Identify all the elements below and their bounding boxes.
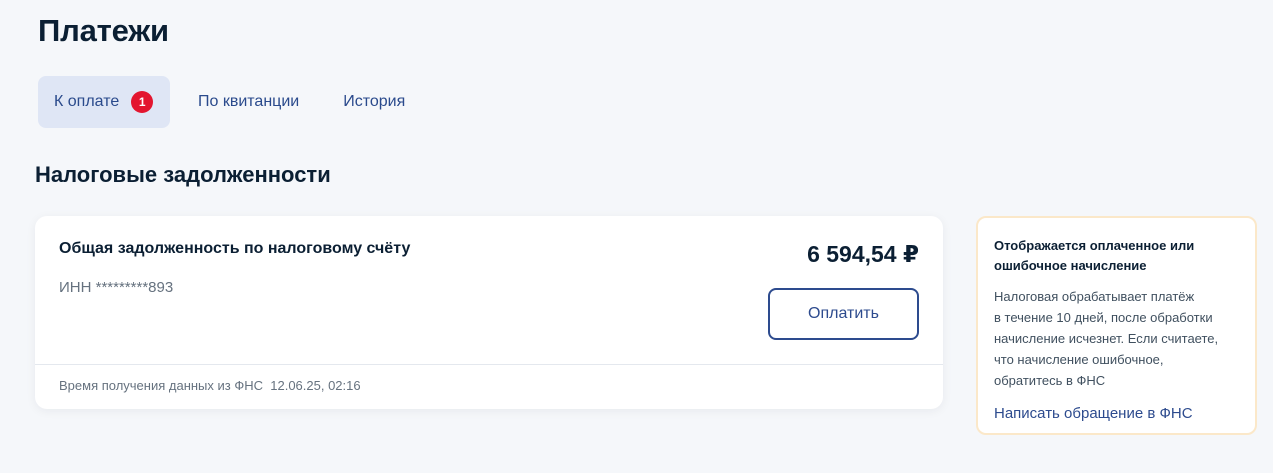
section-title-tax-debts: Налоговые задолженности bbox=[35, 162, 331, 187]
tab-to-pay[interactable]: К оплате 1 bbox=[38, 76, 170, 128]
tab-history-label: История bbox=[343, 93, 406, 110]
fns-data-timestamp: Время получения данных из ФНС 12.06.25, … bbox=[59, 378, 361, 393]
payment-tabs: К оплате 1 По квитанции История bbox=[38, 76, 421, 128]
info-text: Налоговая обрабатывает платёж в течение … bbox=[994, 286, 1244, 391]
info-title: Отображается оплаченное или ошибочное на… bbox=[994, 236, 1224, 276]
tax-debt-card: Общая задолженность по налоговому счёту … bbox=[35, 216, 943, 409]
info-text-line-2: в течение 10 дней, после обработки bbox=[994, 310, 1213, 325]
tab-by-receipt[interactable]: По квитанции bbox=[182, 76, 315, 128]
info-text-line-5: обратитесь в ФНС bbox=[994, 373, 1106, 388]
inn-masked: ИНН *********893 bbox=[59, 279, 174, 296]
pay-button[interactable]: Оплатить bbox=[768, 288, 919, 340]
info-title-line-2: ошибочное начисление bbox=[994, 258, 1147, 273]
card-divider bbox=[35, 364, 943, 365]
info-text-line-4: что начисление ошибочное, bbox=[994, 352, 1164, 367]
info-notice-box: Отображается оплаченное или ошибочное на… bbox=[976, 216, 1257, 435]
fns-time-value: 12.06.25, 02:16 bbox=[270, 378, 361, 393]
debt-amount: 6 594,54 ₽ bbox=[807, 241, 919, 267]
tab-to-pay-label: К оплате bbox=[54, 93, 120, 110]
fns-time-label: Время получения данных из ФНС bbox=[59, 378, 264, 393]
write-to-fns-link[interactable]: Написать обращение в ФНС bbox=[994, 405, 1239, 422]
info-text-line-1: Налоговая обрабатывает платёж bbox=[994, 289, 1195, 304]
info-text-line-3: начисление исчезнет. Если считаете, bbox=[994, 331, 1219, 346]
tab-history[interactable]: История bbox=[327, 76, 421, 128]
info-title-line-1: Отображается оплаченное или bbox=[994, 238, 1195, 253]
tab-to-pay-count-badge: 1 bbox=[131, 91, 154, 113]
debt-name: Общая задолженность по налоговому счёту bbox=[59, 240, 411, 257]
tab-by-receipt-label: По квитанции bbox=[198, 93, 300, 110]
page-title: Платежи bbox=[38, 13, 169, 48]
